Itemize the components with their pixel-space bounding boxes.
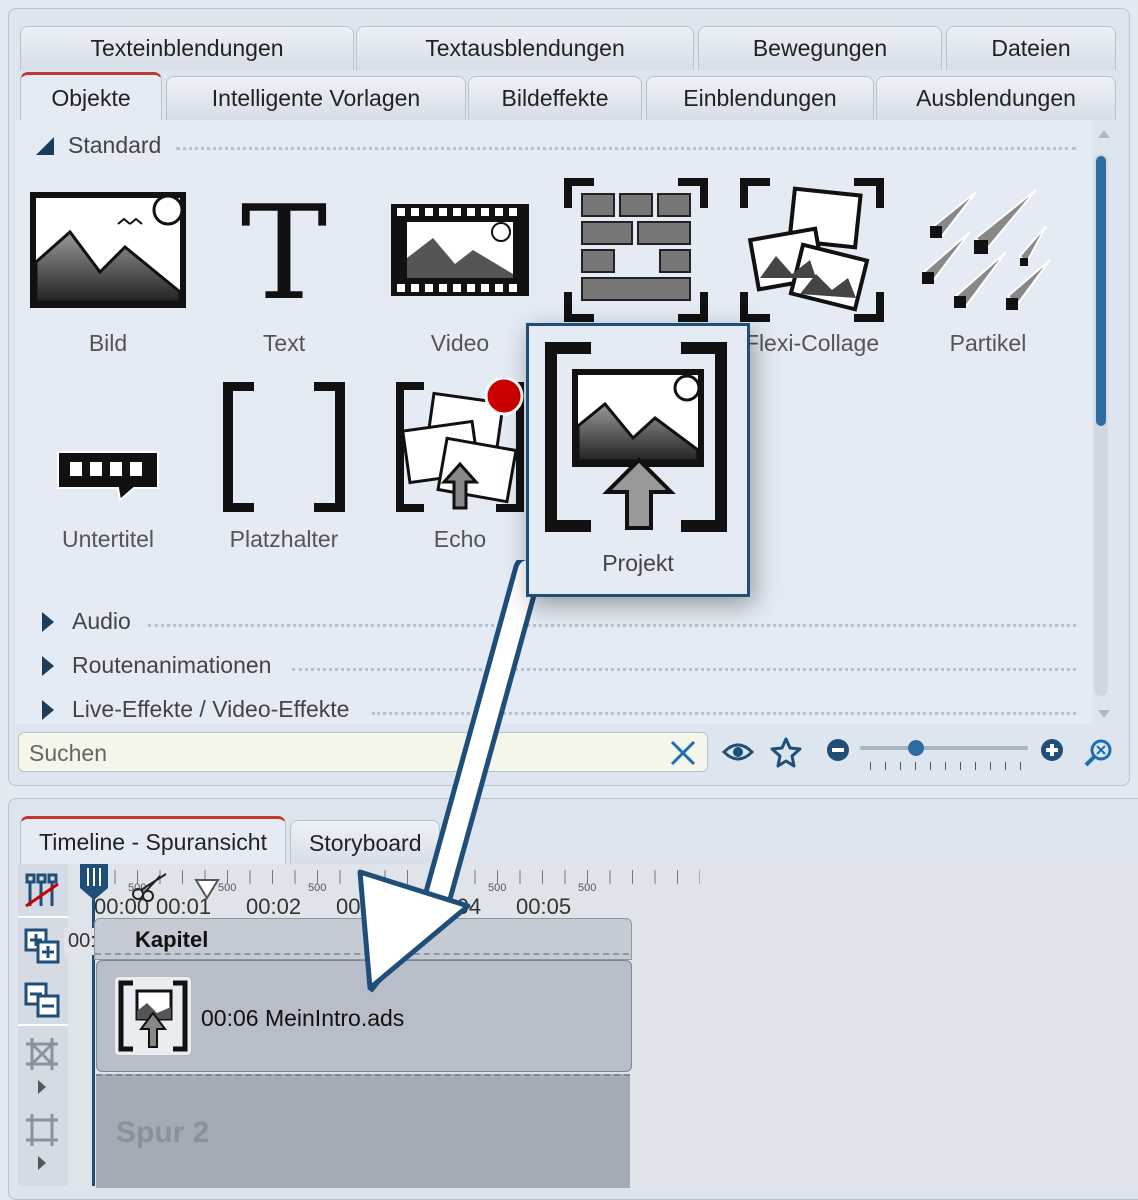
remove-track-icon[interactable] <box>24 982 60 1018</box>
scroll-up-icon[interactable] <box>1098 130 1110 138</box>
object-echo[interactable]: Echo <box>380 374 540 554</box>
object-label: Bild <box>88 330 128 356</box>
search-placeholder: Suchen <box>29 740 108 766</box>
playhead-handle-icon[interactable] <box>78 864 110 902</box>
divider <box>18 1024 68 1026</box>
timeline-toolbar <box>18 864 68 1186</box>
section-standard[interactable]: Standard <box>36 132 161 159</box>
flexi-collage-icon <box>740 178 884 322</box>
zoom-in-icon[interactable] <box>1040 738 1064 762</box>
zoom-slider[interactable] <box>860 746 1028 750</box>
object-label: Text <box>262 330 306 356</box>
video-icon <box>391 204 529 296</box>
track-settings-icon[interactable] <box>24 872 60 908</box>
section-routenanimationen[interactable]: Routenanimationen <box>36 652 271 679</box>
expand-arrow-icon <box>42 655 54 676</box>
dragged-project-item[interactable]: Projekt <box>526 323 750 597</box>
ruler-sub-label: 500 <box>218 882 237 894</box>
tab-intelligente-vorlagen[interactable]: Intelligente Vorlagen <box>166 76 466 120</box>
section-standard-label: Standard <box>68 132 162 158</box>
crop-icon[interactable] <box>24 1036 60 1072</box>
tab-timeline-spuransicht[interactable]: Timeline - Spuransicht <box>20 816 286 866</box>
add-track-icon[interactable] <box>24 928 60 964</box>
tab-objekte[interactable]: Objekte <box>20 72 162 122</box>
divider <box>18 916 68 918</box>
section-audio[interactable]: Audio <box>36 608 131 635</box>
ruler-sub-label: 500 <box>308 882 327 894</box>
object-text[interactable]: T Text <box>204 178 364 358</box>
tab-einblendungen[interactable]: Einblendungen <box>646 76 874 120</box>
project-label: Projekt <box>602 550 674 576</box>
ruler-sub-label: 500 <box>578 882 597 894</box>
object-label: Untertitel <box>61 526 155 552</box>
section-live-effekte[interactable]: Live-Effekte / Video-Effekte <box>36 696 349 723</box>
object-label: Flexi-Collage <box>744 330 880 356</box>
section-routen-label: Routenanimationen <box>72 652 272 678</box>
expand-arrow-icon[interactable] <box>38 1156 46 1170</box>
object-label: Video <box>430 330 490 356</box>
placeholder-icon <box>223 382 345 512</box>
tab-bewegungen[interactable]: Bewegungen <box>698 26 942 70</box>
tab-texteinblendungen[interactable]: Texteinblendungen <box>20 26 354 70</box>
collapse-arrow-icon <box>36 136 54 155</box>
playhead-line[interactable] <box>92 866 95 1186</box>
vertical-scrollbar[interactable] <box>1094 128 1110 720</box>
scroll-down-icon[interactable] <box>1098 710 1110 718</box>
eye-icon[interactable] <box>722 740 754 764</box>
expand-arrow-icon[interactable] <box>38 1080 46 1094</box>
clear-search-icon[interactable] <box>669 739 697 767</box>
tab-ausblendungen[interactable]: Ausblendungen <box>876 76 1116 120</box>
time-ruler[interactable]: 500 500 500 500 500 00:00 00:01 00:02 00… <box>70 866 1138 919</box>
object-flexi-collage[interactable]: Flexi-Collage <box>732 178 892 358</box>
chapter-label: Kapitel <box>135 927 209 952</box>
expand-arrow-icon <box>42 699 54 720</box>
project-icon <box>545 342 727 532</box>
tab-dateien[interactable]: Dateien <box>946 26 1116 70</box>
drag-arrow-icon <box>357 560 543 992</box>
favorite-star-icon[interactable] <box>770 736 802 768</box>
text-icon: T <box>241 188 328 308</box>
object-bild[interactable]: Bild <box>28 178 188 358</box>
object-label: Echo <box>433 526 487 552</box>
section-audio-label: Audio <box>72 608 131 634</box>
zoom-ticks <box>870 762 1022 770</box>
record-dot-icon <box>484 378 524 416</box>
collage-grid-icon <box>564 178 708 322</box>
zoom-out-icon[interactable] <box>826 738 850 762</box>
expand-arrow-icon <box>42 611 54 632</box>
scissors-icon[interactable] <box>130 872 170 902</box>
clip-label: 00:06 MeinIntro.ads <box>201 1005 405 1031</box>
track-2[interactable]: Spur 2 <box>96 1074 630 1188</box>
divider <box>148 624 1076 627</box>
image-icon <box>30 192 186 308</box>
divider <box>176 147 1076 150</box>
echo-icon <box>396 378 524 512</box>
object-video[interactable]: Video <box>380 178 540 358</box>
object-label: Platzhalter <box>229 526 339 552</box>
track-2-label: Spur 2 <box>116 1116 210 1149</box>
zoom-slider-handle[interactable] <box>908 740 924 756</box>
object-untertitel[interactable]: Untertitel <box>28 374 188 554</box>
tab-bildeffekte[interactable]: Bildeffekte <box>468 76 642 120</box>
object-platzhalter[interactable]: Platzhalter <box>204 374 364 554</box>
scroll-thumb[interactable] <box>1096 156 1106 426</box>
tab-textausblendungen[interactable]: Textausblendungen <box>356 26 694 70</box>
zoom-fit-icon[interactable] <box>1084 738 1114 768</box>
svg-text:T: T <box>241 188 328 308</box>
object-partikel[interactable]: Partikel <box>908 178 1068 358</box>
object-label: Partikel <box>949 330 1027 356</box>
section-live-label: Live-Effekte / Video-Effekte <box>72 696 350 722</box>
frame-icon[interactable] <box>24 1112 60 1148</box>
ruler-time: 00:02 <box>246 894 302 919</box>
marker-icon[interactable] <box>194 878 220 900</box>
particle-icon <box>922 189 1051 310</box>
project-clip-icon <box>115 977 191 1055</box>
subtitle-icon <box>57 451 159 502</box>
